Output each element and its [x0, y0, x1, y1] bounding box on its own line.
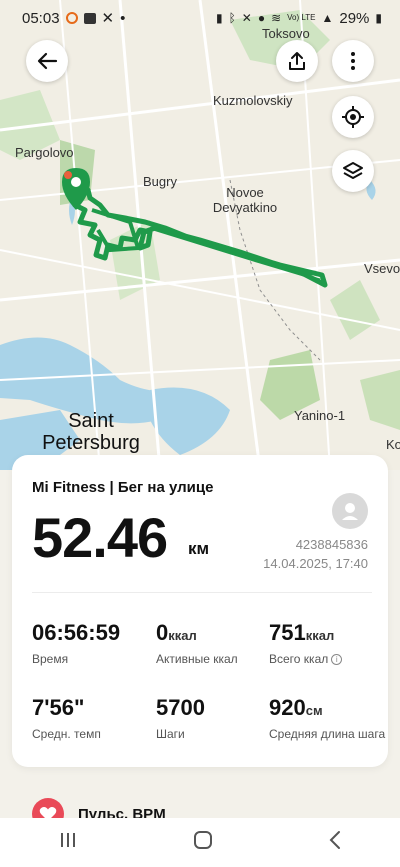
stat-value: 920	[269, 695, 306, 720]
map-layers-button[interactable]	[332, 150, 374, 192]
workout-datetime: 14.04.2025, 17:40	[263, 556, 368, 571]
more-options-button[interactable]	[332, 40, 374, 82]
stat-stride-length: 920см Средняя длина шага	[269, 695, 385, 741]
record-id: 4238845836	[295, 537, 368, 552]
home-button[interactable]	[193, 830, 213, 855]
stat-active-kcal: 0ккал Активные ккал	[156, 620, 238, 666]
back-button[interactable]	[26, 40, 68, 82]
layers-icon	[343, 162, 363, 179]
stat-avg-pace: 7'56" Средн. темп	[32, 695, 101, 741]
bluetooth-icon: ᛒ	[228, 11, 236, 25]
stat-label: Время	[32, 652, 69, 666]
battery-saver-icon: ▮	[215, 11, 223, 25]
signal-icon: ▲	[321, 11, 334, 25]
map-label-ko: Ko	[386, 437, 400, 452]
record-icon	[65, 12, 78, 24]
stat-label: Активные ккал	[156, 652, 238, 666]
user-avatar-icon	[342, 503, 358, 520]
distance-unit: км	[188, 539, 210, 558]
back-chevron-icon	[329, 831, 341, 849]
avatar[interactable]	[332, 493, 368, 529]
info-icon[interactable]: i	[331, 653, 343, 665]
gallery-icon	[83, 12, 96, 24]
mute-icon: ✕	[241, 11, 252, 25]
arrow-left-icon	[37, 52, 58, 70]
share-icon	[289, 52, 305, 70]
stat-time: 06:56:59 Время	[32, 620, 120, 666]
stat-label: Всего ккал	[269, 652, 329, 666]
stat-value: 06:56:59	[32, 620, 121, 645]
locate-button[interactable]	[332, 96, 374, 138]
map-label-vsevo: Vsevo	[364, 261, 400, 276]
stat-value: 0	[156, 620, 169, 645]
stat-unit: см	[305, 703, 323, 718]
recent-apps-button[interactable]	[58, 831, 78, 854]
back-nav-button[interactable]	[328, 830, 342, 855]
system-nav-bar	[0, 818, 400, 867]
wifi-icon: ≋	[271, 11, 282, 25]
stat-label: Шаги	[156, 727, 185, 741]
stat-label: Средн. темп	[32, 727, 101, 741]
status-bar: 05:03 ✕ • ▮ ᛒ ✕ ● ≋ Vo) LTE ▲ 29% ▮	[0, 0, 400, 36]
distance-value: 52.46	[32, 506, 168, 569]
map-label-novoe-devyatkino: Novoe Devyatkino	[212, 185, 278, 215]
stat-steps: 5700 Шаги	[156, 695, 205, 741]
stat-unit: ккал	[305, 628, 335, 643]
workout-summary-card: Mi Fitness | Бег на улице 52.46 км 42388…	[12, 455, 388, 767]
location-icon: ●	[257, 11, 266, 25]
battery-icon: ▮	[375, 11, 382, 25]
dot-icon: •	[120, 9, 126, 27]
stat-value: 751	[269, 620, 306, 645]
crosshair-icon	[342, 106, 364, 128]
share-button[interactable]	[276, 40, 318, 82]
tools-icon: ✕	[101, 10, 115, 27]
card-divider	[32, 592, 372, 593]
map-label-pargolovo: Pargolovo	[15, 145, 74, 160]
more-vertical-icon	[351, 52, 355, 70]
map-label-yanino: Yanino-1	[294, 408, 346, 423]
stat-unit: ккал	[168, 628, 197, 643]
home-icon	[193, 831, 212, 849]
stat-value: 7'56"	[32, 695, 85, 720]
stat-value: 5700	[156, 695, 205, 720]
recent-apps-icon	[60, 833, 75, 847]
map-label-kuzmolovskiy: Kuzmolovskiy	[213, 93, 293, 108]
battery-label: 29%	[339, 9, 370, 27]
network-label: Vo) LTE	[287, 13, 316, 22]
stat-label: Средняя длина шага	[269, 727, 386, 741]
map-label-saint-petersburg: Saint Petersburg	[42, 410, 140, 454]
workout-title: Mi Fitness | Бег на улице	[32, 479, 214, 496]
status-time: 05:03	[22, 9, 60, 27]
map-label-bugry: Bugry	[143, 174, 177, 189]
stat-total-kcal[interactable]: 751ккал Всего ккал i	[269, 620, 343, 666]
